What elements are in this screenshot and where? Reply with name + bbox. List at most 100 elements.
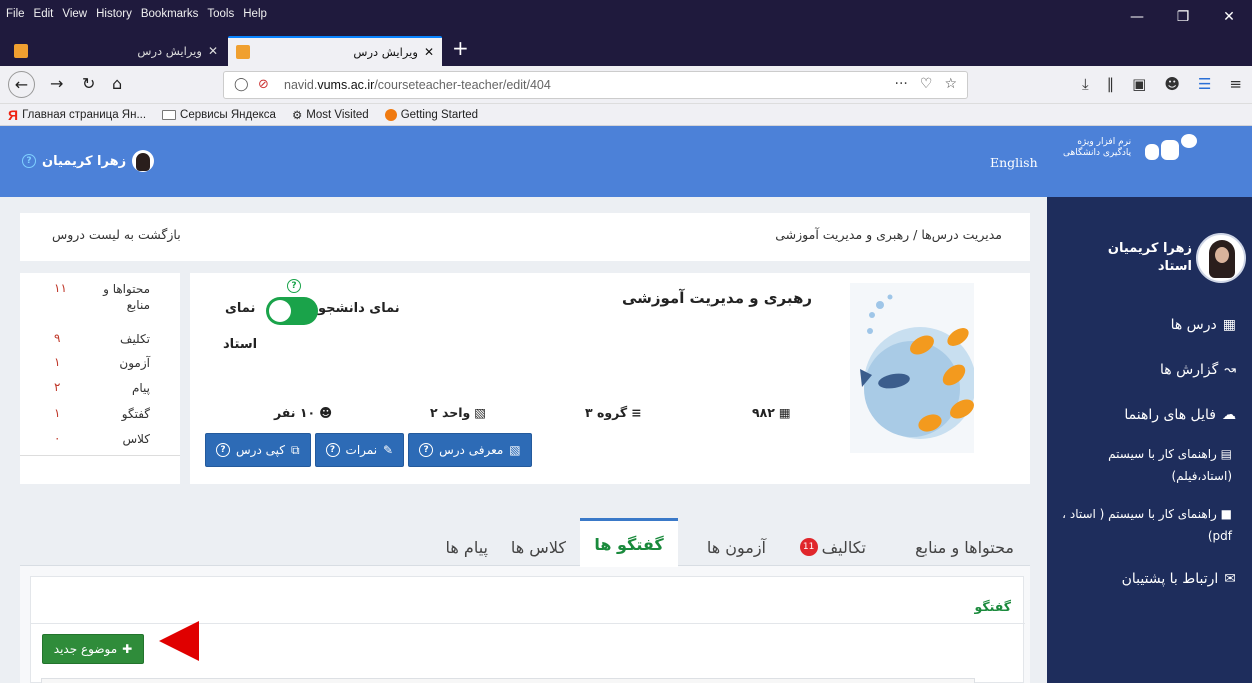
back-to-courses-link[interactable]: بازگشت به لیست دروس	[52, 227, 181, 242]
gear-icon: ⚙	[291, 109, 303, 122]
course-intro-button[interactable]: ▧ معرفی درس ?	[408, 433, 532, 467]
close-window-icon[interactable]: ✕	[1206, 0, 1252, 34]
cart-icon[interactable]: ☰	[1198, 75, 1211, 93]
sidebar-user[interactable]: زهرا کریمیان استاد	[1108, 233, 1246, 283]
file-icon: ■	[1220, 507, 1232, 521]
menu-edit[interactable]: Edit	[34, 8, 54, 20]
list-icon: ≡	[631, 405, 642, 420]
download-icon[interactable]: ⤓	[1082, 75, 1089, 93]
tab-close-icon[interactable]: ✕	[208, 44, 218, 58]
new-topic-button[interactable]: ✚ موضوع جدید	[42, 634, 144, 664]
menu-help[interactable]: Help	[243, 8, 267, 20]
help-icon[interactable]: ?	[325, 443, 340, 457]
browser-menubar: File Edit View History Bookmarks Tools H…	[0, 0, 1252, 34]
sidebar-toggle-icon[interactable]: ▣	[1132, 75, 1146, 93]
header-user[interactable]: زهرا کریمیان ?	[22, 150, 155, 172]
bookmark-star-icon[interactable]: ☆	[944, 76, 957, 92]
tab-discussions[interactable]: گفتگو ها	[580, 518, 678, 567]
menu-view[interactable]: View	[62, 8, 87, 20]
bookmark-yandex-services[interactable]: Сервисы Яндекса	[162, 109, 276, 121]
sidebar-item-support[interactable]: ✉ ارتباط با پشتیبان	[1122, 571, 1236, 587]
avatar	[1196, 233, 1246, 283]
bookmark-most-visited[interactable]: ⚙ Most Visited	[292, 108, 369, 122]
course-title: رهبری و مدیریت آموزشی	[621, 289, 812, 307]
sidebar-item-courses[interactable]: ▦ درس ها	[1171, 317, 1236, 333]
help-icon[interactable]: ?	[22, 154, 36, 168]
window-controls: — ❐ ✕	[1114, 0, 1252, 34]
reload-icon[interactable]: ↻	[82, 74, 95, 93]
toolbar-right: ⤓ ∥ ▣ ☻ ☰ ≡	[1082, 75, 1242, 93]
bookmarks-toolbar: Я Главная страница Ян... Сервисы Яндекса …	[0, 104, 1252, 126]
grades-button[interactable]: ✎ نمرات ?	[314, 433, 405, 467]
cloud-download-icon: ☁	[1222, 407, 1236, 423]
divider	[20, 455, 180, 456]
library-icon[interactable]: ∥	[1107, 75, 1115, 93]
hamburger-menu-icon[interactable]: ≡	[1229, 75, 1242, 93]
discussion-title: گفتگو	[974, 599, 1011, 614]
book-icon: ▦	[1222, 317, 1236, 333]
sidebar: زهرا کریمیان استاد ▦ درس ها ↝ گزارش ها ☁ فا…	[1047, 197, 1252, 683]
back-icon[interactable]: ←	[8, 71, 35, 98]
logo-mark-icon	[1141, 132, 1199, 164]
account-icon[interactable]: ☻	[1164, 75, 1180, 93]
page-actions-icon[interactable]: ···	[895, 76, 908, 92]
view-mode-toggle[interactable]	[266, 297, 318, 325]
forward-icon[interactable]: →	[50, 74, 63, 93]
language-link[interactable]: English	[990, 155, 1038, 170]
view-help[interactable]: ?	[287, 277, 301, 293]
course-actions: ▧ معرفی درس ? ✎ نمرات ? ⧉ کپی درس ?	[205, 433, 532, 467]
mail-icon: ✉	[1224, 571, 1236, 587]
sidebar-item-reports[interactable]: ↝ گزارش ها	[1160, 362, 1236, 378]
book-icon: ▧	[474, 405, 487, 420]
tab-classes[interactable]: کلاس ها	[505, 528, 572, 566]
tab-close-icon[interactable]: ✕	[424, 45, 434, 59]
url-bar[interactable]: ◯ ⊘ navid.vums.ac.ir/courseteacher-teach…	[223, 71, 968, 99]
header-user-name: زهرا کریمیان	[42, 153, 127, 169]
tab-contents[interactable]: محتواها و منابع	[909, 528, 1020, 566]
menu-history[interactable]: History	[96, 8, 132, 20]
minimize-icon[interactable]: —	[1114, 0, 1160, 34]
menu-bookmarks[interactable]: Bookmarks	[141, 8, 199, 20]
sidebar-item-guides[interactable]: ☁ فایل های راهنما	[1124, 407, 1236, 423]
breadcrumb-text[interactable]: مدیریت درس‌ها / رهبری و مدیریت آموزشی	[775, 227, 1002, 242]
restore-icon[interactable]: ❐	[1160, 0, 1206, 34]
tab-strip: ویرایش درس ✕ ویرایش درس ✕	[0, 34, 1252, 66]
help-icon[interactable]: ?	[216, 443, 230, 457]
home-icon[interactable]: ⌂	[112, 74, 122, 93]
browser-tab-1[interactable]: ویرایش درس ✕	[6, 36, 226, 66]
insecure-lock-icon[interactable]: ⊘	[258, 77, 269, 92]
tab-exams[interactable]: آزمون ها	[701, 528, 772, 566]
toggle-teacher-label-1: نمای	[225, 301, 256, 316]
course-card: رهبری و مدیریت آموزشی ? نمای دانشجو نمای…	[190, 273, 1030, 484]
help-icon[interactable]: ?	[419, 443, 434, 457]
copy-icon: ⧉	[290, 442, 300, 457]
copy-course-button[interactable]: ⧉ کپی درس ?	[205, 433, 311, 467]
tab-assignments[interactable]: تکالیف 11	[794, 528, 872, 566]
sidebar-guide-film[interactable]: ▤ راهنمای کار با سیستم (استاد،فیلم)	[1062, 443, 1232, 487]
bookmark-yandex[interactable]: Я Главная страница Ян...	[8, 107, 146, 123]
film-icon: ▤	[1220, 447, 1232, 461]
annotation-arrow-icon	[159, 621, 199, 661]
browser-tab-2[interactable]: ویرایش درس ✕	[228, 36, 442, 66]
help-icon[interactable]: ?	[287, 279, 301, 293]
menu-tools[interactable]: Tools	[207, 8, 234, 20]
sidebar-guide-pdf[interactable]: ■ راهنمای کار با سیستم ( استاد ، pdf)	[1062, 503, 1232, 547]
menu-file[interactable]: File	[6, 8, 25, 20]
site-favicon-icon	[14, 44, 28, 58]
edit-icon: ✎	[383, 443, 394, 457]
shield-icon[interactable]: ◯	[234, 77, 249, 92]
tab-messages[interactable]: پیام ها	[440, 528, 494, 566]
bookmark-getting-started[interactable]: Getting Started	[384, 108, 478, 121]
firefox-icon	[384, 108, 397, 121]
course-tabs: محتواها و منابع تکالیف 11 آزمون ها گفتگو…	[20, 518, 1030, 567]
site-logo[interactable]: نرم افزار ویژه یادگیری دانشگاهی	[1063, 132, 1199, 164]
url-text[interactable]: navid.vums.ac.ir/courseteacher-teacher/e…	[284, 78, 551, 92]
plus-icon: ✚	[122, 642, 133, 656]
menu-list: File Edit View History Bookmarks Tools H…	[6, 8, 267, 20]
new-tab-icon[interactable]: +	[452, 38, 469, 58]
toggle-teacher-label-2: استاد	[223, 337, 258, 352]
pocket-icon[interactable]: ♡	[920, 76, 933, 92]
tab-title: ویرایش درس	[137, 44, 202, 58]
avatar	[132, 150, 155, 172]
site-favicon-icon	[236, 45, 250, 59]
